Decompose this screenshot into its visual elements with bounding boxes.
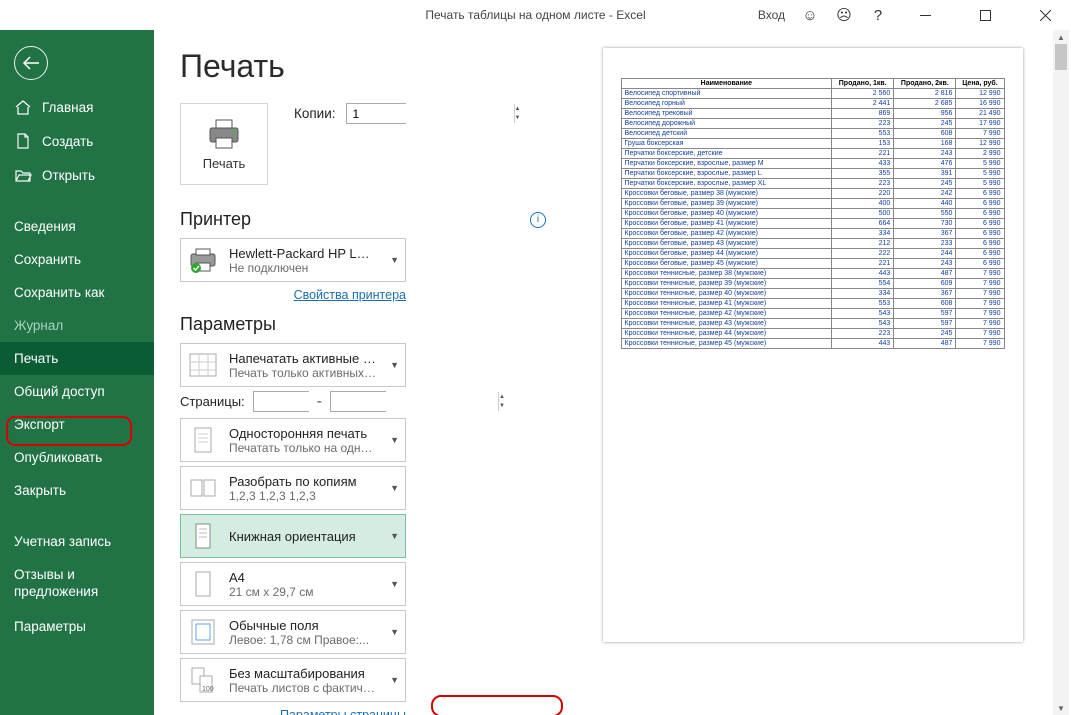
- margins-icon: [187, 616, 219, 648]
- page-from-spinner[interactable]: ▲▼: [253, 391, 309, 412]
- margins-dropdown[interactable]: Обычные поляЛевое: 1,78 см Правое:... ▼: [180, 610, 406, 654]
- sidebar-item-print[interactable]: Печать: [0, 342, 154, 375]
- open-icon: [14, 167, 32, 183]
- page-to-input[interactable]: [331, 392, 498, 411]
- help-icon[interactable]: ?: [869, 6, 887, 24]
- page-title: Печать: [180, 48, 554, 85]
- sidebar-label: Сохранить как: [14, 285, 104, 300]
- sidebar-label: Открыть: [42, 168, 95, 183]
- print-button-label: Печать: [203, 156, 246, 171]
- scrollbar-thumb[interactable]: [1055, 44, 1067, 70]
- paper-icon: [187, 568, 219, 600]
- copies-spinner[interactable]: ▲▼: [346, 103, 406, 124]
- printer-dropdown[interactable]: Hewlett-Packard HP LaserJe...Не подключе…: [180, 238, 406, 282]
- chevron-down-icon: ▼: [386, 360, 399, 370]
- sidebar-label: Сведения: [14, 219, 76, 234]
- chevron-down-icon: ▼: [386, 627, 399, 637]
- login-link[interactable]: Вход: [758, 8, 785, 22]
- page-setup-link[interactable]: Параметры страницы: [280, 708, 406, 715]
- printer-status-icon: [187, 244, 219, 276]
- chevron-down-icon: ▼: [386, 483, 399, 493]
- page-icon: [187, 424, 219, 456]
- duplex-dropdown[interactable]: Односторонняя печатьПечатать только на о…: [180, 418, 406, 462]
- scaling-dropdown[interactable]: 100 Без масштабированияПечать листов с ф…: [180, 658, 406, 702]
- sidebar-item-feedback[interactable]: Отзывы и предложения: [0, 558, 154, 610]
- spin-up-icon[interactable]: ▲: [515, 104, 521, 114]
- maximize-button[interactable]: [963, 0, 1007, 30]
- spin-down-icon[interactable]: ▼: [515, 114, 521, 124]
- minimize-button[interactable]: [903, 0, 947, 30]
- portrait-icon: [187, 520, 219, 552]
- pages-line: Страницы: ▲▼ - ▲▼: [180, 391, 406, 412]
- chevron-down-icon: ▼: [386, 531, 399, 541]
- backstage-sidebar: Главная Создать Открыть Сведения Сохрани…: [0, 30, 154, 715]
- printer-status: Не подключен: [229, 261, 376, 275]
- vertical-scrollbar[interactable]: ▲ ▼: [1053, 30, 1069, 715]
- print-what-dropdown[interactable]: Напечатать активные листыПечать только а…: [180, 343, 406, 387]
- chevron-down-icon: ▼: [386, 579, 399, 589]
- sidebar-item-new[interactable]: Создать: [0, 124, 154, 158]
- collate-dropdown[interactable]: Разобрать по копиям1,2,3 1,2,3 1,2,3 ▼: [180, 466, 406, 510]
- sidebar-item-account[interactable]: Учетная запись: [0, 525, 154, 558]
- scaling-icon: 100: [187, 664, 219, 696]
- sidebar-label: Учетная запись: [14, 534, 111, 549]
- sidebar-label: Закрыть: [14, 483, 66, 498]
- chevron-down-icon: ▼: [386, 435, 399, 445]
- page-to-spinner[interactable]: ▲▼: [330, 391, 386, 412]
- sidebar-item-options[interactable]: Параметры: [0, 610, 154, 643]
- copies-label: Копии:: [294, 106, 336, 121]
- pages-label: Страницы:: [180, 394, 245, 409]
- sidebar-label: Сохранить: [14, 252, 81, 267]
- svg-text:100: 100: [202, 686, 214, 693]
- sidebar-label: Общий доступ: [14, 384, 105, 399]
- close-button[interactable]: [1023, 0, 1067, 30]
- chevron-down-icon: ▼: [386, 675, 399, 685]
- sidebar-label: Параметры: [14, 619, 86, 634]
- highlight-page-setup: [431, 695, 563, 715]
- sidebar-label: Экспорт: [14, 417, 65, 432]
- sidebar-item-info[interactable]: Сведения: [0, 210, 154, 243]
- chevron-down-icon: ▼: [386, 255, 399, 265]
- sidebar-item-home[interactable]: Главная: [0, 90, 154, 124]
- orientation-dropdown[interactable]: Книжная ориентация ▼: [180, 514, 406, 558]
- scroll-up-icon[interactable]: ▲: [1053, 30, 1069, 44]
- back-button[interactable]: [14, 46, 48, 80]
- copies-input[interactable]: [347, 104, 514, 123]
- sidebar-item-saveas[interactable]: Сохранить как: [0, 276, 154, 309]
- sidebar-label: предложения: [14, 584, 98, 599]
- titlebar: Печать таблицы на одном листе - Excel Вх…: [0, 0, 1071, 30]
- sidebar-label: Журнал: [14, 318, 63, 333]
- printer-icon: [205, 118, 243, 150]
- sidebar-item-share[interactable]: Общий доступ: [0, 375, 154, 408]
- new-icon: [14, 133, 32, 149]
- printer-properties-link[interactable]: Свойства принтера: [294, 288, 406, 302]
- sidebar-item-close[interactable]: Закрыть: [0, 474, 154, 507]
- printer-name: Hewlett-Packard HP LaserJe...: [229, 246, 376, 261]
- sheets-icon: [187, 349, 219, 381]
- sidebar-item-open[interactable]: Открыть: [0, 158, 154, 192]
- info-icon[interactable]: i: [530, 212, 546, 228]
- print-preview: НаименованиеПродано, 1кв.Продано, 2кв.Це…: [564, 30, 1071, 715]
- printer-heading: Принтер i: [180, 209, 554, 230]
- print-button[interactable]: Печать: [180, 103, 268, 185]
- home-icon: [14, 99, 32, 115]
- sidebar-label: Опубликовать: [14, 450, 102, 465]
- sidebar-label: Печать: [14, 351, 58, 366]
- sidebar-label: Главная: [42, 100, 93, 115]
- sad-face-icon[interactable]: ☹: [835, 6, 853, 24]
- paper-size-dropdown[interactable]: A421 см x 29,7 см ▼: [180, 562, 406, 606]
- sidebar-item-publish[interactable]: Опубликовать: [0, 441, 154, 474]
- sidebar-item-history[interactable]: Журнал: [0, 309, 154, 342]
- sidebar-item-export[interactable]: Экспорт: [0, 408, 154, 441]
- settings-heading: Параметры: [180, 314, 554, 335]
- preview-table: НаименованиеПродано, 1кв.Продано, 2кв.Це…: [621, 78, 1005, 349]
- preview-page: НаименованиеПродано, 1кв.Продано, 2кв.Це…: [603, 48, 1023, 642]
- collate-icon: [187, 472, 219, 504]
- sidebar-item-save[interactable]: Сохранить: [0, 243, 154, 276]
- happy-face-icon[interactable]: ☺: [801, 6, 819, 24]
- sidebar-label: Создать: [42, 134, 93, 149]
- sidebar-label: Отзывы и: [14, 567, 75, 582]
- print-panel: Печать Печать Копии: ▲▼ Принтер: [154, 30, 564, 715]
- scroll-down-icon[interactable]: ▼: [1053, 701, 1069, 715]
